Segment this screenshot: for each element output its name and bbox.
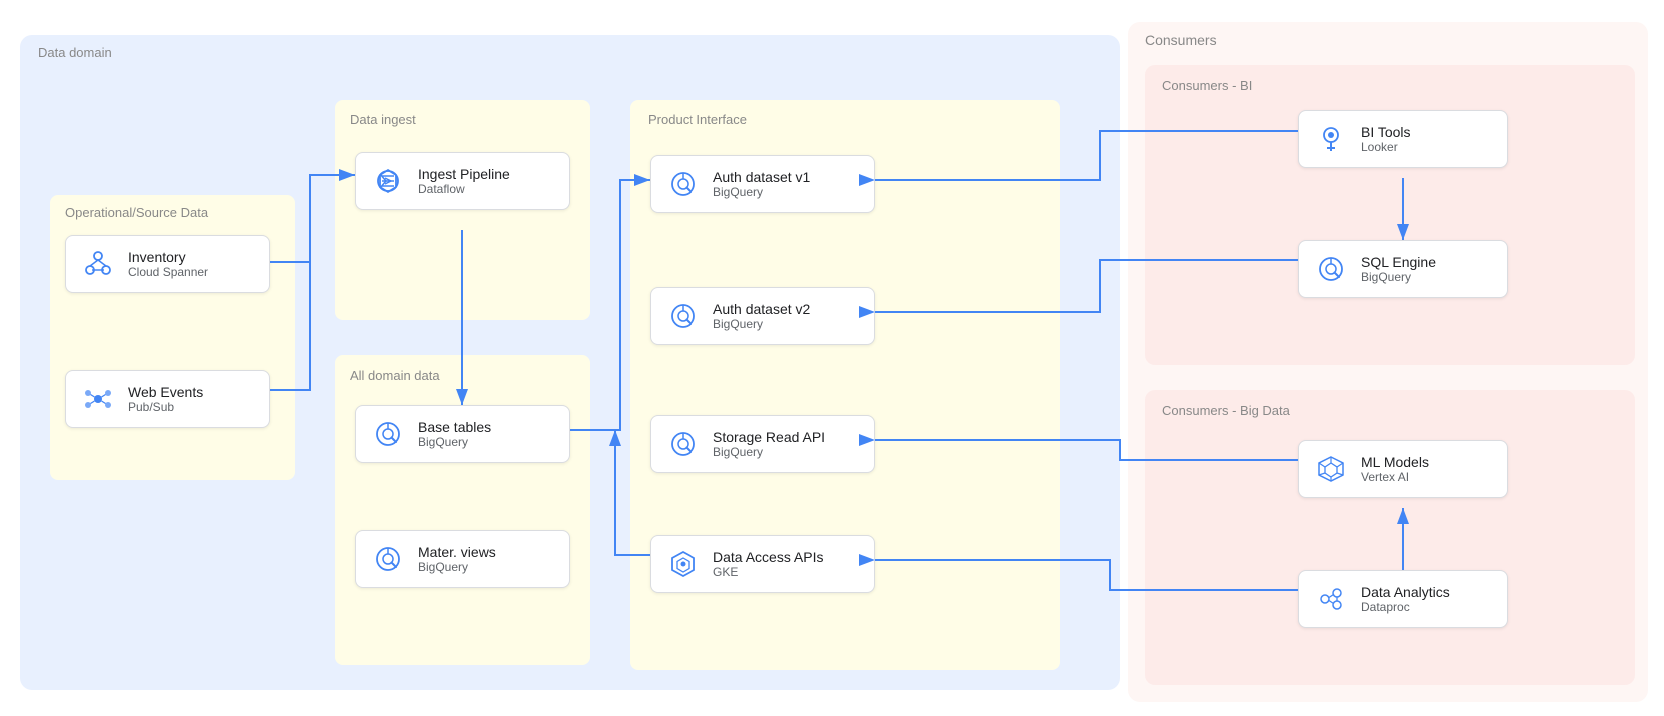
looker-icon xyxy=(1313,121,1349,157)
ml-models-sub: Vertex AI xyxy=(1361,470,1429,484)
bigquery-icon-sql xyxy=(1313,251,1349,287)
auth-v2-title: Auth dataset v2 xyxy=(713,301,810,317)
inventory-title: Inventory xyxy=(128,249,208,265)
ingest-pipeline-node[interactable]: Ingest Pipeline Dataflow xyxy=(355,152,570,210)
web-events-node[interactable]: Web Events Pub/Sub xyxy=(65,370,270,428)
op-source-label: Operational/Source Data xyxy=(65,205,208,220)
mater-views-node[interactable]: Mater. views BigQuery xyxy=(355,530,570,588)
storage-read-api-node[interactable]: Storage Read API BigQuery xyxy=(650,415,875,473)
auth-v1-sub: BigQuery xyxy=(713,185,810,199)
cloud-spanner-icon xyxy=(80,246,116,282)
mater-views-title: Mater. views xyxy=(418,544,496,560)
auth-v2-node[interactable]: Auth dataset v2 BigQuery xyxy=(650,287,875,345)
bigquery-icon-auth2 xyxy=(665,298,701,334)
base-tables-title: Base tables xyxy=(418,419,491,435)
storage-read-api-title: Storage Read API xyxy=(713,429,825,445)
sql-engine-node[interactable]: SQL Engine BigQuery xyxy=(1298,240,1508,298)
bigquery-icon-auth1 xyxy=(665,166,701,202)
inventory-sub: Cloud Spanner xyxy=(128,265,208,279)
data-ingest-region xyxy=(335,100,590,320)
ml-models-title: ML Models xyxy=(1361,454,1429,470)
data-access-apis-title: Data Access APIs xyxy=(713,549,824,565)
data-analytics-node[interactable]: Data Analytics Dataproc xyxy=(1298,570,1508,628)
gke-icon xyxy=(665,546,701,582)
data-ingest-label: Data ingest xyxy=(350,112,416,127)
data-domain-label: Data domain xyxy=(38,45,112,60)
dataflow-icon xyxy=(370,163,406,199)
consumers-bigdata-label: Consumers - Big Data xyxy=(1162,403,1290,418)
product-interface-label: Product Interface xyxy=(648,112,747,127)
all-domain-region xyxy=(335,355,590,665)
mater-views-sub: BigQuery xyxy=(418,560,496,574)
base-tables-sub: BigQuery xyxy=(418,435,491,449)
bi-tools-node[interactable]: BI Tools Looker xyxy=(1298,110,1508,168)
data-access-apis-sub: GKE xyxy=(713,565,824,579)
data-analytics-sub: Dataproc xyxy=(1361,600,1450,614)
diagram-root: { "title": "Data Architecture Diagram", … xyxy=(0,0,1664,716)
bi-tools-title: BI Tools xyxy=(1361,124,1411,140)
vertex-ai-icon xyxy=(1313,451,1349,487)
web-events-sub: Pub/Sub xyxy=(128,400,203,414)
all-domain-label: All domain data xyxy=(350,368,440,383)
pubsub-icon xyxy=(80,381,116,417)
auth-v1-node[interactable]: Auth dataset v1 BigQuery xyxy=(650,155,875,213)
data-analytics-title: Data Analytics xyxy=(1361,584,1450,600)
auth-v2-sub: BigQuery xyxy=(713,317,810,331)
dataproc-icon xyxy=(1313,581,1349,617)
ingest-pipeline-sub: Dataflow xyxy=(418,182,510,196)
consumers-bi-label: Consumers - BI xyxy=(1162,78,1252,93)
consumers-label: Consumers xyxy=(1145,32,1217,48)
consumers-bigdata-region xyxy=(1145,390,1635,685)
inventory-node[interactable]: Inventory Cloud Spanner xyxy=(65,235,270,293)
bigquery-icon-mater xyxy=(370,541,406,577)
bigquery-icon-base xyxy=(370,416,406,452)
ingest-pipeline-title: Ingest Pipeline xyxy=(418,166,510,182)
base-tables-node[interactable]: Base tables BigQuery xyxy=(355,405,570,463)
bi-tools-sub: Looker xyxy=(1361,140,1411,154)
web-events-title: Web Events xyxy=(128,384,203,400)
storage-read-api-sub: BigQuery xyxy=(713,445,825,459)
ml-models-node[interactable]: ML Models Vertex AI xyxy=(1298,440,1508,498)
bigquery-icon-storage xyxy=(665,426,701,462)
auth-v1-title: Auth dataset v1 xyxy=(713,169,810,185)
sql-engine-sub: BigQuery xyxy=(1361,270,1436,284)
data-access-apis-node[interactable]: Data Access APIs GKE xyxy=(650,535,875,593)
sql-engine-title: SQL Engine xyxy=(1361,254,1436,270)
